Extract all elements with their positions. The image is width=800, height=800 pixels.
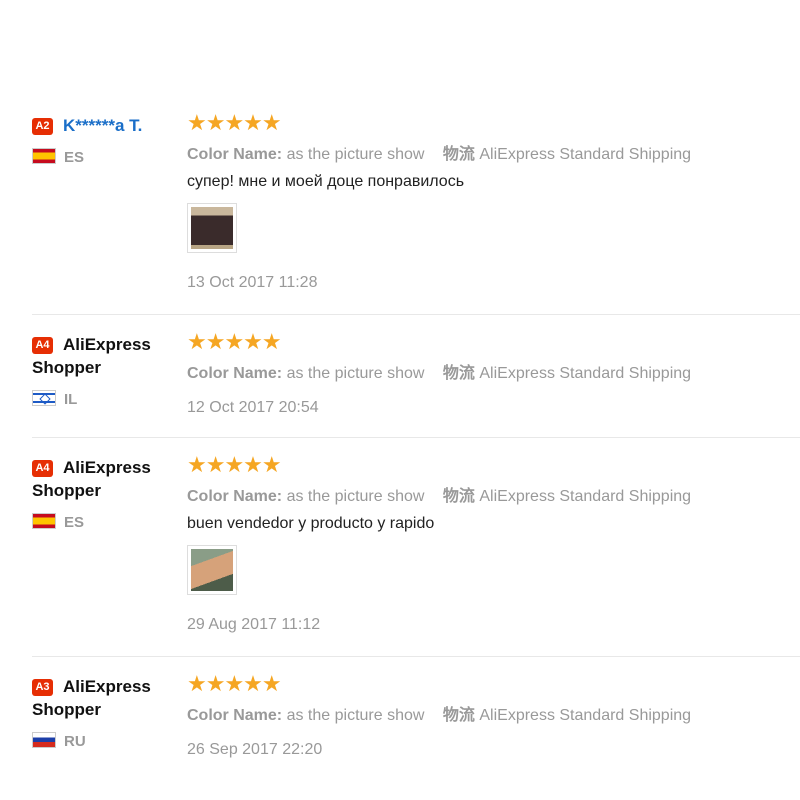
thumbs-up-photo <box>191 549 233 591</box>
review-comment: buen vendedor y producto y rapido <box>187 515 435 532</box>
shipping-value: AliExpress Standard Shipping <box>479 146 692 163</box>
review-item: A4 AliExpress Shopper IL ★★★★★ Color Name… <box>32 315 800 438</box>
buyer-level-badge: A4 <box>32 337 53 354</box>
shipping-label: 物流 <box>442 488 475 505</box>
review-photo-thumbnail[interactable] <box>187 545 237 595</box>
review-date: 13 Oct 2017 11:28 <box>187 274 318 291</box>
order-info: Color Name: as the picture show 物流 AliEx… <box>187 140 797 164</box>
color-name-label: Color Name: <box>187 365 283 382</box>
review-content: ★★★★★ Color Name: as the picture show 物流… <box>187 454 797 634</box>
review-content: ★★★★★ Color Name: as the picture show 物流… <box>187 112 797 292</box>
shipping-label: 物流 <box>442 365 475 382</box>
review-user-info: A3 AliExpress Shopper RU <box>32 675 182 750</box>
shipping-label: 物流 <box>442 707 475 724</box>
review-date: 29 Aug 2017 11:12 <box>187 616 321 633</box>
star-rating: ★★★★★ <box>187 110 282 135</box>
review-content: ★★★★★ Color Name: as the picture show 物流… <box>187 331 797 417</box>
color-name-value: as the picture show <box>286 488 425 505</box>
user-country: ES <box>32 513 182 531</box>
order-info: Color Name: as the picture show 物流 AliEx… <box>187 359 797 383</box>
color-name-value: as the picture show <box>286 365 425 382</box>
spain-flag-icon <box>32 513 56 529</box>
user-country: ES <box>32 148 182 166</box>
buyer-level-badge: A3 <box>32 679 53 696</box>
review-item: A2 K******a T. ES ★★★★★ Color Name: as th… <box>32 96 800 315</box>
color-name-value: as the picture show <box>286 146 425 163</box>
backpack-photo <box>191 207 233 249</box>
star-rating: ★★★★★ <box>187 452 282 477</box>
israel-flag-icon <box>32 390 56 406</box>
user-country: IL <box>32 390 182 408</box>
color-name-label: Color Name: <box>187 707 283 724</box>
shipping-label: 物流 <box>442 146 475 163</box>
review-content: ★★★★★ Color Name: as the picture show 物流… <box>187 673 797 759</box>
color-name-value: as the picture show <box>286 707 425 724</box>
star-rating: ★★★★★ <box>187 671 282 696</box>
review-photo-thumbnail[interactable] <box>187 203 237 253</box>
color-name-label: Color Name: <box>187 146 283 163</box>
user-country: RU <box>32 732 182 750</box>
russia-flag-icon <box>32 732 56 748</box>
shipping-value: AliExpress Standard Shipping <box>479 365 692 382</box>
review-date: 26 Sep 2017 22:20 <box>187 741 323 758</box>
star-rating: ★★★★★ <box>187 329 282 354</box>
review-comment: супер! мне и моей доце понравилось <box>187 173 465 190</box>
review-date: 12 Oct 2017 20:54 <box>187 399 319 416</box>
review-item: A4 AliExpress Shopper ES ★★★★★ Color Name… <box>32 438 800 657</box>
color-name-label: Color Name: <box>187 488 283 505</box>
spain-flag-icon <box>32 148 56 164</box>
order-info: Color Name: as the picture show 物流 AliEx… <box>187 701 797 725</box>
review-user-info: A2 K******a T. ES <box>32 114 182 166</box>
shipping-value: AliExpress Standard Shipping <box>479 488 692 505</box>
review-user-info: A4 AliExpress Shopper IL <box>32 333 182 408</box>
user-name[interactable]: K******a T. <box>63 116 142 135</box>
buyer-level-badge: A2 <box>32 118 53 135</box>
feedback-list: A2 K******a T. ES ★★★★★ Color Name: as th… <box>0 96 800 780</box>
buyer-level-badge: A4 <box>32 460 53 477</box>
review-item: A3 AliExpress Shopper RU ★★★★★ Color Name… <box>32 657 800 780</box>
shipping-value: AliExpress Standard Shipping <box>479 707 692 724</box>
review-user-info: A4 AliExpress Shopper ES <box>32 456 182 531</box>
order-info: Color Name: as the picture show 物流 AliEx… <box>187 482 797 506</box>
